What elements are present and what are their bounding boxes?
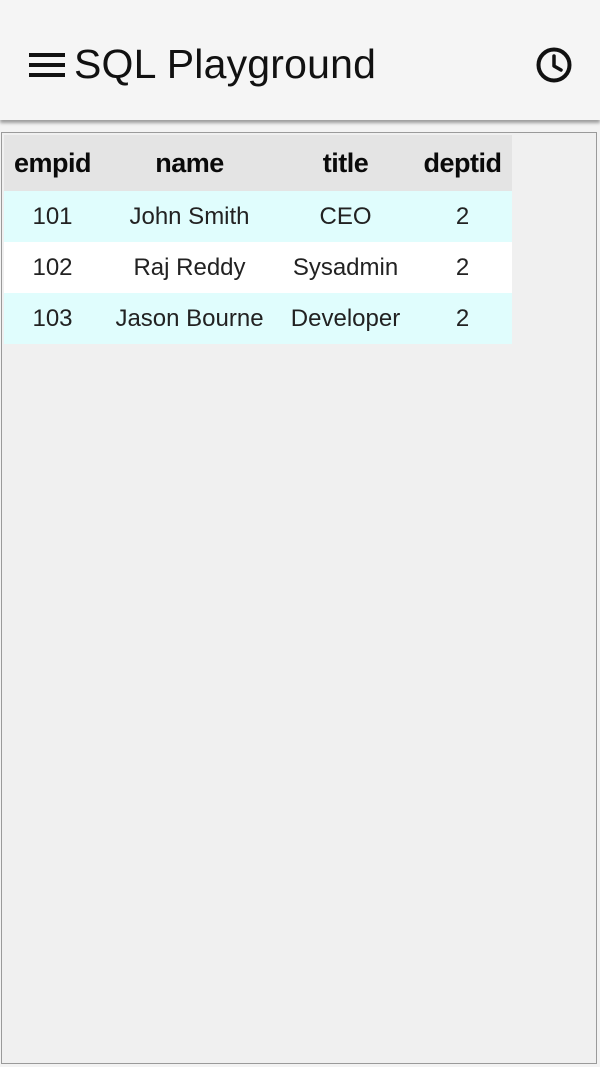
clock-history-icon <box>536 47 572 83</box>
table-header-row: empid name title deptid <box>4 135 512 191</box>
column-header-title[interactable]: title <box>278 135 413 191</box>
app-title: SQL Playground <box>74 41 377 87</box>
cell-name: Jason Bourne <box>101 293 278 344</box>
cell-name: John Smith <box>101 191 278 242</box>
cell-deptid: 2 <box>413 242 512 293</box>
table-row: 102 Raj Reddy Sysadmin 2 <box>4 242 512 293</box>
cell-title: Sysadmin <box>278 242 413 293</box>
table-row: 103 Jason Bourne Developer 2 <box>4 293 512 344</box>
column-header-empid[interactable]: empid <box>4 135 101 191</box>
hamburger-menu-icon <box>29 53 65 77</box>
results-table: empid name title deptid 101 John Smith C… <box>4 135 512 344</box>
cell-empid: 101 <box>4 191 101 242</box>
cell-name: Raj Reddy <box>101 242 278 293</box>
menu-button[interactable] <box>28 46 66 84</box>
results-panel: empid name title deptid 101 John Smith C… <box>1 132 597 1064</box>
cell-deptid: 2 <box>413 293 512 344</box>
table-row: 101 John Smith CEO 2 <box>4 191 512 242</box>
cell-empid: 103 <box>4 293 101 344</box>
cell-empid: 102 <box>4 242 101 293</box>
column-header-name[interactable]: name <box>101 135 278 191</box>
app-bar: SQL Playground <box>0 0 600 120</box>
cell-title: Developer <box>278 293 413 344</box>
cell-deptid: 2 <box>413 191 512 242</box>
column-header-deptid[interactable]: deptid <box>413 135 512 191</box>
cell-title: CEO <box>278 191 413 242</box>
history-button[interactable] <box>534 45 574 85</box>
